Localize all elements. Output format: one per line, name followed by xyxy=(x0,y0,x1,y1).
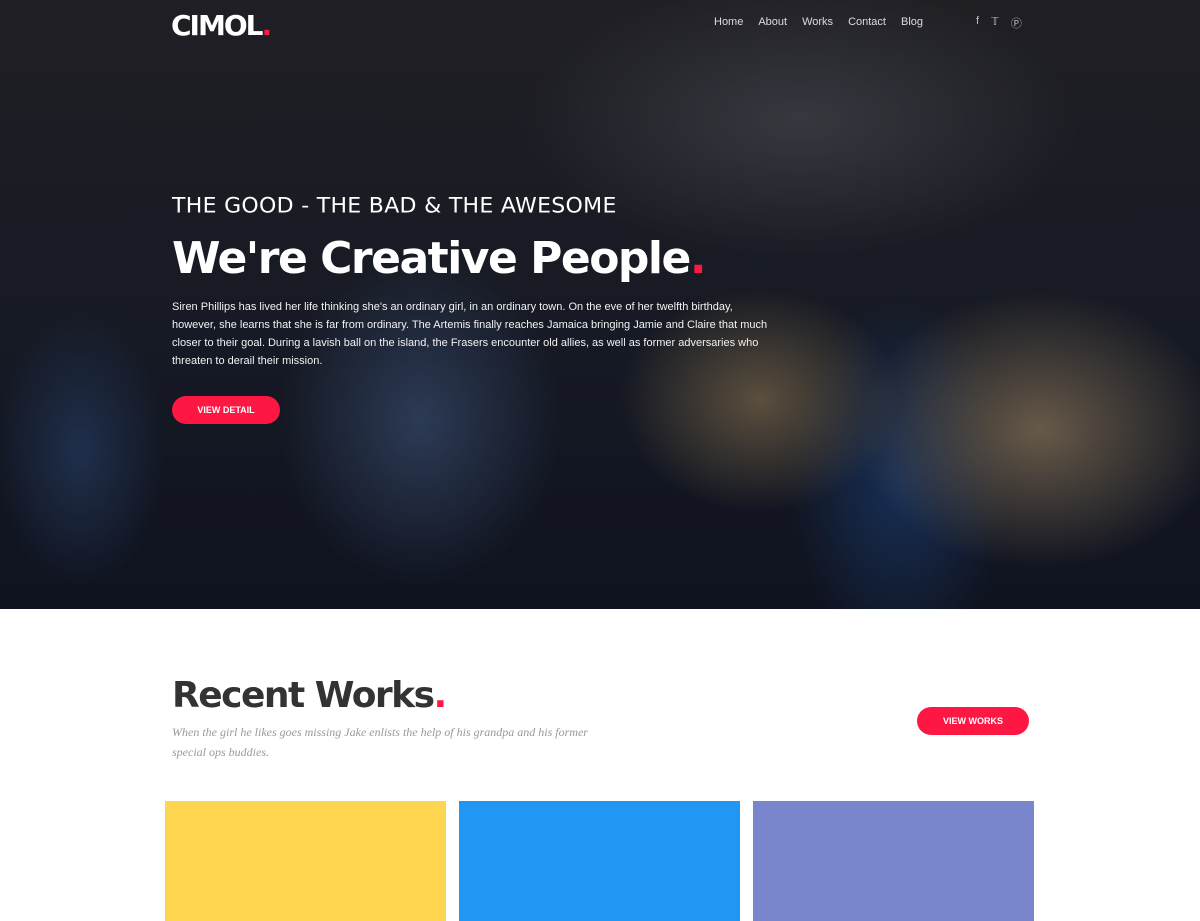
work-card[interactable] xyxy=(165,801,446,921)
section-subtitle: When the girl he likes goes missing Jake… xyxy=(172,725,588,759)
nav-blog[interactable]: Blog xyxy=(901,16,923,28)
nav-contact[interactable]: Contact xyxy=(848,16,886,28)
view-detail-button[interactable]: VIEW DETAIL xyxy=(172,396,280,424)
hero-content: THE GOOD - THE BAD & THE AWESOME We're C… xyxy=(172,194,772,424)
nav-home[interactable]: Home xyxy=(714,16,743,28)
hero-title: We're Creative People. xyxy=(172,233,707,284)
nav-about[interactable]: About xyxy=(758,16,787,28)
twitter-icon[interactable]: 𝕋 xyxy=(991,15,999,31)
main-menu: Home About Works Contact Blog xyxy=(714,16,923,28)
logo[interactable]: CIMOL. xyxy=(171,9,272,42)
view-works-button[interactable]: VIEW WORKS xyxy=(917,707,1029,735)
facebook-icon[interactable]: f xyxy=(976,15,979,31)
hero-kicker: THE GOOD - THE BAD & THE AWESOME xyxy=(172,194,617,219)
social-links: f 𝕋 Ⓟ xyxy=(976,15,1022,31)
work-card[interactable] xyxy=(459,801,740,921)
hero-section: CIMOL. Home About Works Contact Blog f 𝕋… xyxy=(0,0,1200,609)
navbar: CIMOL. Home About Works Contact Blog f 𝕋… xyxy=(0,0,1200,46)
nav-works[interactable]: Works xyxy=(802,16,833,28)
hero-description: Siren Phillips has lived her life thinki… xyxy=(172,301,768,367)
section-title: Recent Works. xyxy=(172,675,447,716)
work-card[interactable] xyxy=(753,801,1034,921)
recent-works-header: Recent Works. When the girl he likes goe… xyxy=(172,675,592,762)
works-grid xyxy=(165,801,1034,921)
pinterest-icon[interactable]: Ⓟ xyxy=(1011,15,1022,31)
